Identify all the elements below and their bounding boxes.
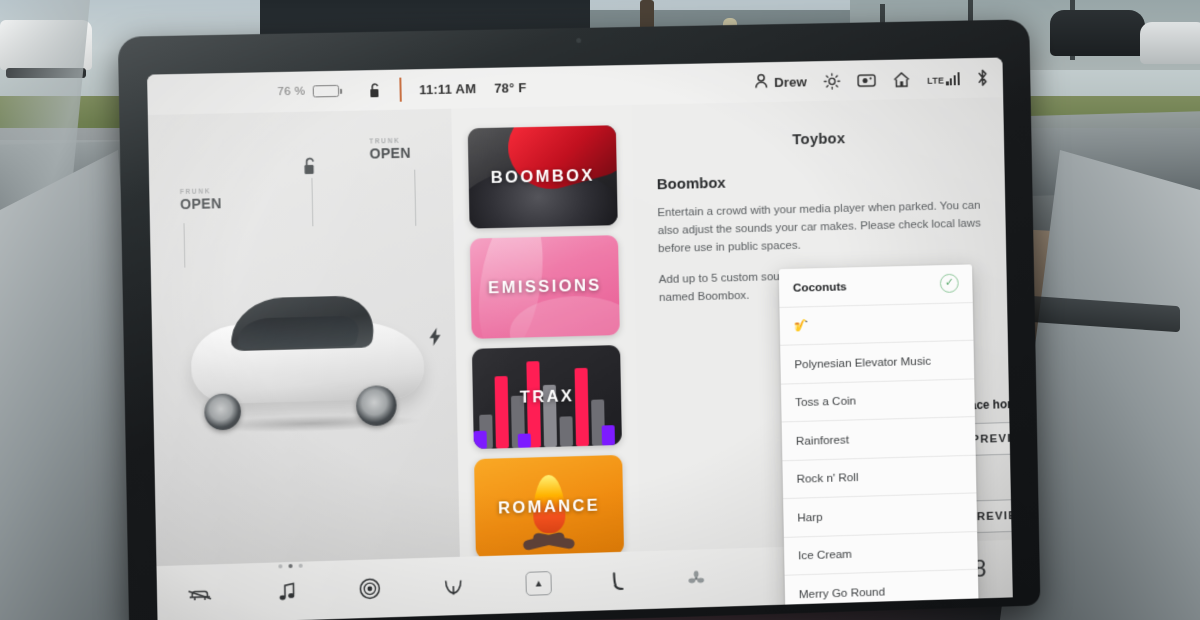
dashcam-icon[interactable] [857,72,876,87]
tile-trax[interactable]: TRAX [471,345,622,450]
status-bar-right: Drew LTE [754,68,1003,92]
tile-boombox-label: BOOMBOX [490,166,595,187]
clock-label: 11:11 AM [418,80,477,97]
parked-car-dark [1050,10,1145,56]
page-dot [298,563,303,568]
unlock-icon[interactable] [370,82,383,98]
list-item-label: Rainforest [795,432,850,448]
page-dot [278,564,283,569]
list-item-label: Coconuts [792,279,847,295]
battery-percent-label: 76 % [277,85,306,99]
list-item-label: Rock n' Roll [796,470,859,487]
fan-icon[interactable] [687,569,705,588]
trunk-leader-line [414,169,417,226]
parked-car-silver [1140,22,1200,64]
list-item-label: Merry Go Round [798,584,886,601]
seat-icon[interactable] [609,571,625,590]
toybox-detail-pane: ✕ Toybox Boombox Entertain a crowd with … [574,97,1013,613]
list-item-label: Ice Cream [797,547,853,563]
list-item-label: Harp [797,509,823,525]
home-icon[interactable] [893,71,911,88]
profile-name-label: Drew [774,73,808,90]
list-item-label: Toss a Coin [794,393,857,410]
tile-boombox[interactable]: BOOMBOX [467,125,618,229]
vehicle-visualization-panel[interactable]: FRUNK OPEN TRUNK OPEN [147,108,461,620]
frunk-state-label: OPEN [179,195,222,213]
screen-content[interactable]: 76 % 11:11 AM 78° F Drew LTE FRUNK OPEN … [147,57,1013,620]
outside-temp-label: 78° F [494,79,527,96]
page-indicator-dots [278,563,303,569]
network-indicator: LTE [927,71,960,86]
profile-button[interactable]: Drew [754,72,807,92]
list-item[interactable]: 🎷 [779,302,974,346]
detail-paragraph-1: Entertain a crowd with your media player… [657,198,981,256]
frunk-leader-line [183,223,186,268]
tile-emissions-label: EMISSIONS [488,275,602,297]
center-touchscreen[interactable]: 76 % 11:11 AM 78° F Drew LTE FRUNK OPEN … [117,19,1041,620]
list-item-label: 🎷 [793,318,809,333]
car-icon[interactable] [187,586,212,602]
tile-romance-label: ROMANCE [497,496,601,518]
main-content: FRUNK OPEN TRUNK OPEN BOOMBOX EMISSIONS … [147,97,1013,620]
sound-dropdown-list[interactable]: Coconuts ✓ 🎷 Polynesian Elevator Music T… [778,264,979,613]
list-item-label: Polynesian Elevator Music [794,353,932,372]
list-item[interactable]: Polynesian Elevator Music [780,340,975,385]
signal-bars-icon [946,71,960,85]
wiper-icon[interactable] [443,576,463,596]
page-dot-active [288,563,293,569]
list-item[interactable]: Harp [783,493,978,538]
network-label: LTE [927,75,945,86]
status-divider [399,77,403,102]
trunk-status[interactable]: TRUNK OPEN [369,138,411,162]
tesla-model-y-icon [180,280,436,438]
lock-leader-line [311,177,314,227]
battery-icon [313,84,340,98]
status-bar-left: 76 % 11:11 AM 78° F [147,75,527,107]
frunk-status[interactable]: FRUNK OPEN [180,188,222,212]
list-item[interactable]: Toss a Coin [780,378,975,423]
brightness-icon[interactable] [824,72,841,89]
list-item[interactable]: Coconuts ✓ [778,264,973,308]
logs-icon [522,531,577,552]
person-icon [754,73,768,92]
tile-romance[interactable]: ROMANCE [474,454,625,560]
building-sign [380,6,530,28]
list-item[interactable]: Rainforest [781,417,976,461]
bluetooth-icon[interactable] [976,69,989,87]
check-icon: ✓ [939,273,959,294]
page-title: Toybox [792,130,846,149]
volume-dial-icon[interactable] [359,577,382,600]
chevron-up-icon[interactable]: ▲ [525,571,552,596]
toybox-tile-list[interactable]: BOOMBOX EMISSIONS TRAX ROMANCE [451,104,642,615]
tile-trax-label: TRAX [519,386,575,407]
tile-emissions[interactable]: EMISSIONS [469,235,620,339]
list-item[interactable]: Rock n' Roll [782,455,977,500]
list-item[interactable]: Ice Cream [783,531,978,576]
detail-heading: Boombox [656,174,726,194]
bezel-camera-icon [576,37,582,44]
trunk-state-label: OPEN [369,144,411,162]
music-note-icon[interactable] [279,581,297,601]
charge-bolt-icon[interactable] [429,327,442,351]
